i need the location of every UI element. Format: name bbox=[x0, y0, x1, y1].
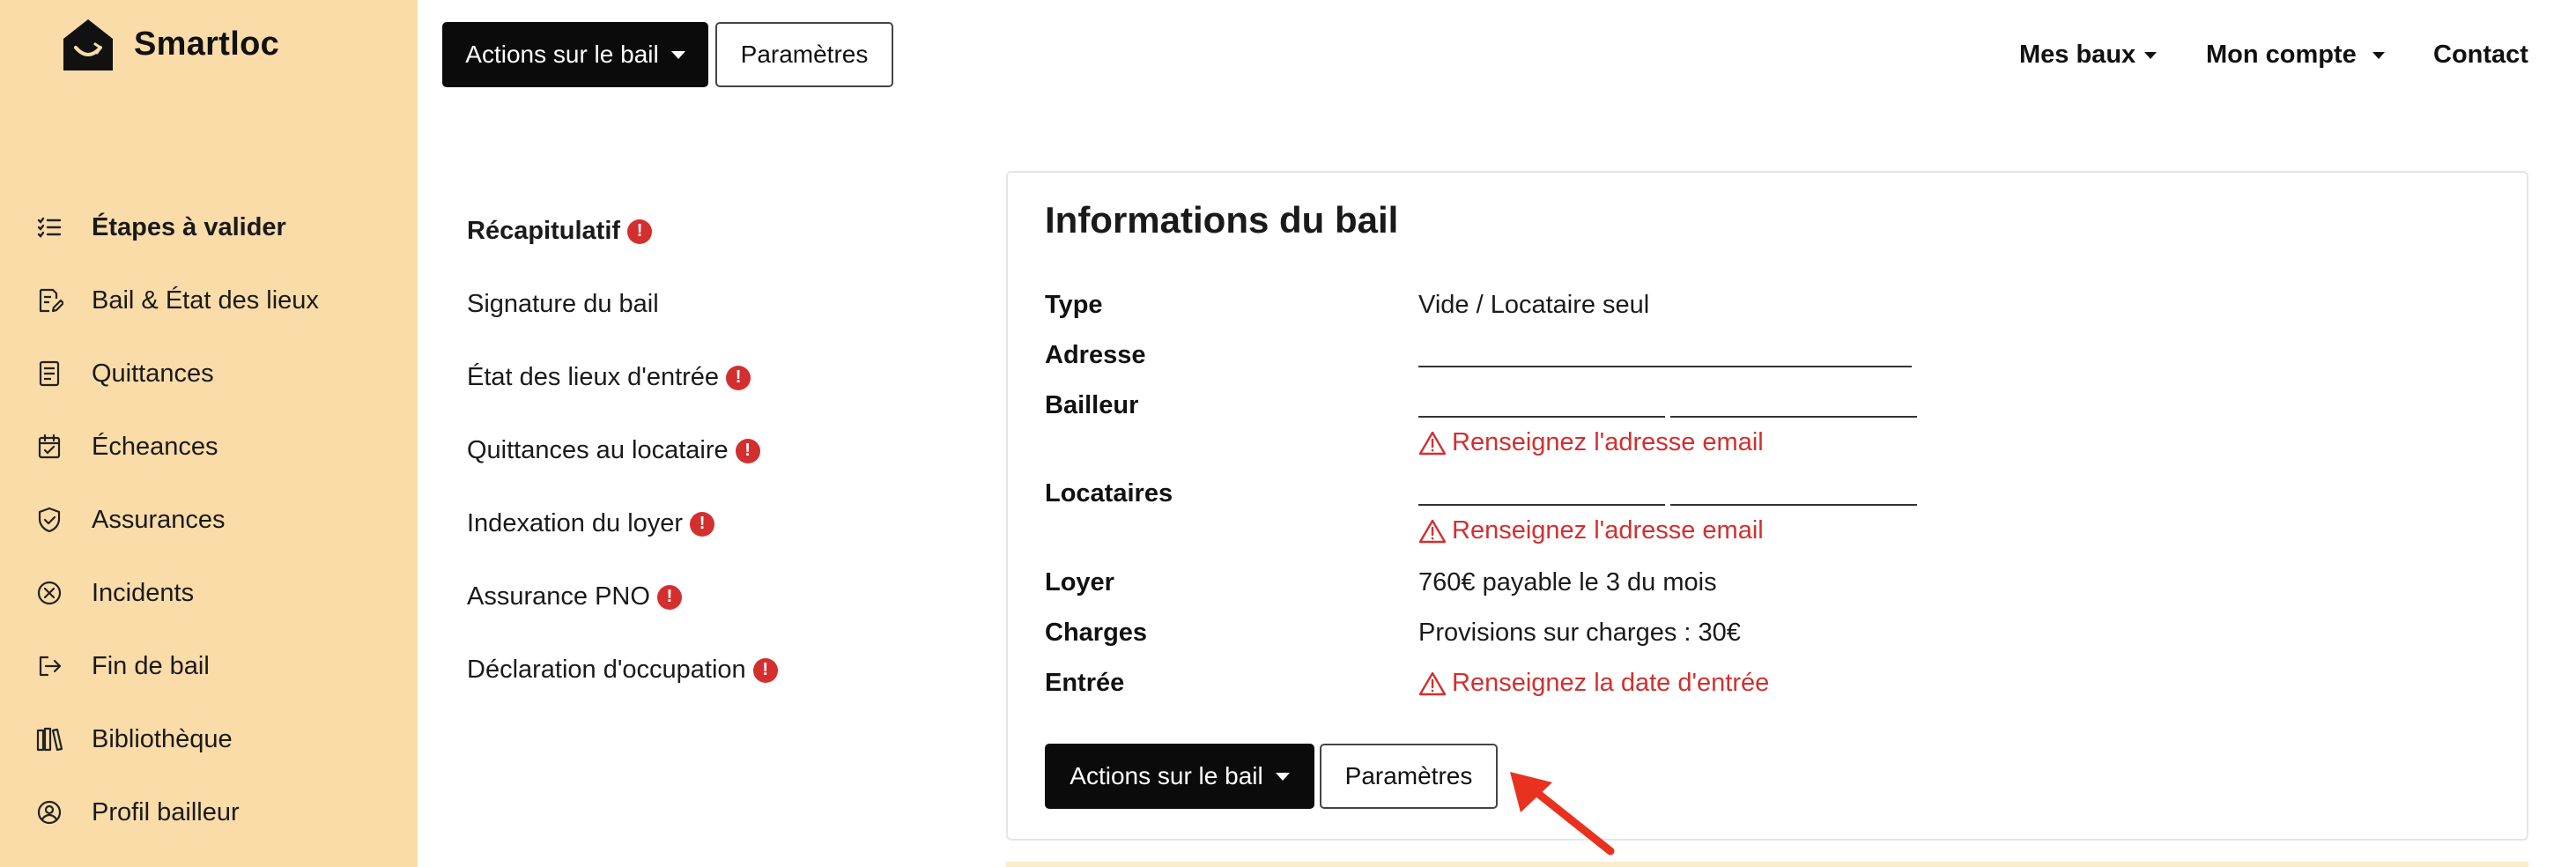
checklist-icon bbox=[33, 211, 65, 243]
actions-dropdown-button[interactable]: Actions sur le bail bbox=[442, 22, 708, 87]
address-label: Adresse bbox=[1045, 341, 1146, 369]
step-recapitulatif[interactable]: Récapitulatif ! bbox=[467, 217, 653, 246]
step-label: Indexation du loyer bbox=[467, 509, 684, 537]
sidebar-item-label: Bibliothèque bbox=[92, 724, 233, 753]
books-icon bbox=[33, 723, 65, 755]
topnav-mon-compte-label: Mon compte bbox=[2206, 41, 2357, 69]
step-label: Récapitulatif bbox=[467, 217, 621, 245]
entry-label: Entrée bbox=[1045, 669, 1125, 697]
sidebar-item-label: Étapes à valider bbox=[92, 212, 286, 241]
brand-name: Smartloc bbox=[134, 25, 280, 63]
topnav-contact[interactable]: Contact bbox=[2433, 41, 2528, 70]
sidebar-item-label: Écheances bbox=[92, 432, 218, 461]
calendar-check-icon bbox=[33, 431, 65, 463]
tenant-email-line bbox=[1670, 504, 1917, 506]
sidebar-item-fin-de-bail[interactable]: Fin de bail bbox=[33, 640, 210, 693]
sidebar-item-bibliotheque[interactable]: Bibliothèque bbox=[33, 713, 233, 766]
sidebar-item-echeances[interactable]: Écheances bbox=[33, 420, 218, 473]
address-placeholder-line bbox=[1418, 366, 1912, 367]
sidebar-item-label: Quittances bbox=[92, 359, 214, 388]
alert-icon: ! bbox=[656, 584, 682, 610]
step-label: Assurance PNO bbox=[467, 582, 650, 611]
rent-label: Loyer bbox=[1045, 568, 1114, 597]
brand[interactable]: Smartloc bbox=[56, 12, 279, 76]
entry-warning: Renseignez la date d'entrée bbox=[1418, 669, 1769, 698]
caret-down-icon bbox=[670, 50, 685, 59]
landlord-label: Bailleur bbox=[1045, 391, 1139, 419]
alert-icon: ! bbox=[627, 219, 653, 244]
caret-down-icon bbox=[2372, 51, 2385, 59]
warning-triangle-icon bbox=[1418, 431, 1447, 455]
settings-button[interactable]: Paramètres bbox=[715, 22, 893, 87]
step-label: Déclaration d'occupation bbox=[467, 656, 746, 684]
sidebar-item-assurances[interactable]: Assurances bbox=[33, 493, 226, 546]
actions-button-label: Actions sur le bail bbox=[465, 41, 659, 68]
landlord-email-line bbox=[1670, 416, 1917, 418]
tenants-label: Locataires bbox=[1045, 479, 1173, 508]
step-signature[interactable]: Signature du bail bbox=[467, 290, 659, 319]
sidebar-item-label: Profil bailleur bbox=[92, 797, 240, 826]
caret-down-icon bbox=[2144, 51, 2158, 59]
type-value: Vide / Locataire seul bbox=[1418, 291, 1650, 319]
step-label: Signature du bail bbox=[467, 290, 659, 318]
step-declaration[interactable]: Déclaration d'occupation ! bbox=[467, 656, 778, 685]
entry-warning-text: Renseignez la date d'entrée bbox=[1452, 669, 1770, 697]
tenant-name-line bbox=[1418, 504, 1665, 506]
annotation-arrow-icon bbox=[1510, 772, 1615, 856]
receipt-icon bbox=[33, 358, 65, 389]
shield-check-icon bbox=[33, 504, 65, 536]
sidebar-item-incidents[interactable]: Incidents bbox=[33, 567, 194, 619]
sidebar-item-bail[interactable]: Bail & État des lieux bbox=[33, 274, 319, 327]
charges-label: Charges bbox=[1045, 619, 1148, 647]
tenants-warning: Renseignez l'adresse email bbox=[1418, 516, 1764, 545]
topnav-contact-label: Contact bbox=[2433, 41, 2528, 69]
step-label: Quittances au locataire bbox=[467, 436, 729, 464]
card-actions-dropdown-button[interactable]: Actions sur le bail bbox=[1045, 744, 1314, 809]
step-etat-des-lieux[interactable]: État des lieux d'entrée ! bbox=[467, 363, 751, 392]
warning-triangle-icon bbox=[1418, 519, 1447, 543]
card-settings-button[interactable]: Paramètres bbox=[1320, 744, 1498, 809]
sidebar-item-profil[interactable]: Profil bailleur bbox=[33, 786, 240, 839]
landlord-warning: Renseignez l'adresse email bbox=[1418, 428, 1764, 457]
charges-value: Provisions sur charges : 30€ bbox=[1418, 619, 1741, 647]
alert-icon: ! bbox=[752, 657, 778, 683]
warning-triangle-icon bbox=[1418, 671, 1447, 695]
exit-icon bbox=[33, 650, 65, 682]
sidebar-item-label: Assurances bbox=[92, 505, 226, 534]
sidebar-item-label: Incidents bbox=[92, 578, 195, 607]
landlord-warning-text: Renseignez l'adresse email bbox=[1452, 428, 1764, 456]
rent-value: 760€ payable le 3 du mois bbox=[1418, 568, 1717, 597]
step-assurance-pno[interactable]: Assurance PNO ! bbox=[467, 582, 682, 611]
topnav-mes-baux[interactable]: Mes baux bbox=[2019, 41, 2158, 70]
landlord-name-line bbox=[1418, 416, 1665, 418]
circle-x-icon bbox=[33, 577, 65, 609]
lease-info-card: Informations du bail Type Vide / Locatai… bbox=[1006, 171, 2528, 841]
card-actions-button-label: Actions sur le bail bbox=[1070, 762, 1263, 789]
caret-down-icon bbox=[1275, 772, 1290, 781]
type-label: Type bbox=[1045, 291, 1103, 319]
alert-icon: ! bbox=[726, 365, 751, 390]
sidebar-item-etapes[interactable]: Étapes à valider bbox=[33, 201, 286, 254]
topnav-mes-baux-label: Mes baux bbox=[2019, 41, 2136, 69]
house-smile-logo bbox=[63, 19, 113, 70]
sidebar: Smartloc Étapes à valider Bail & État de… bbox=[0, 0, 418, 867]
step-quittances[interactable]: Quittances au locataire ! bbox=[467, 436, 760, 465]
step-label: État des lieux d'entrée bbox=[467, 363, 720, 391]
card-settings-button-label: Paramètres bbox=[1344, 762, 1473, 789]
alert-icon: ! bbox=[735, 438, 760, 463]
settings-button-label: Paramètres bbox=[740, 41, 869, 68]
tenants-warning-text: Renseignez l'adresse email bbox=[1452, 516, 1764, 545]
next-card-edge bbox=[1006, 862, 2528, 867]
user-circle-icon bbox=[33, 797, 65, 828]
alert-icon: ! bbox=[690, 511, 715, 537]
topnav-mon-compte[interactable]: Mon compte bbox=[2206, 41, 2385, 70]
sidebar-item-label: Bail & État des lieux bbox=[92, 285, 319, 315]
sidebar-item-label: Fin de bail bbox=[92, 651, 210, 680]
step-indexation[interactable]: Indexation du loyer ! bbox=[467, 509, 715, 538]
edit-document-icon bbox=[33, 285, 65, 316]
card-title: Informations du bail bbox=[1045, 199, 1399, 241]
sidebar-item-quittances[interactable]: Quittances bbox=[33, 347, 214, 400]
